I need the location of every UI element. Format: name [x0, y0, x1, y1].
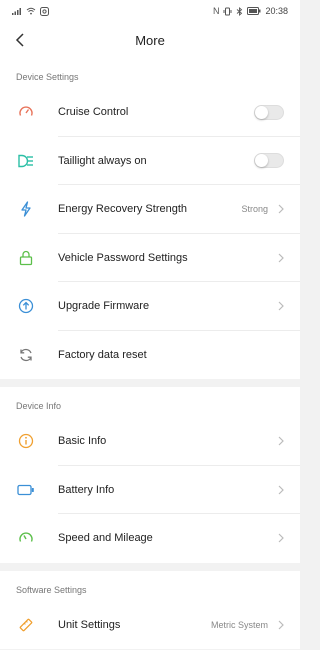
row-label: Taillight always on	[58, 154, 147, 167]
cruise-control-toggle[interactable]	[254, 104, 284, 120]
software-settings-list: Unit Settings Metric System	[0, 600, 300, 650]
row-unit-settings[interactable]: Unit Settings Metric System	[0, 600, 300, 650]
signal-icon	[12, 8, 21, 15]
page-title: More	[135, 32, 165, 48]
row-factory-reset[interactable]: Factory data reset	[0, 330, 300, 380]
row-label: Basic Info	[58, 435, 107, 448]
battery-outline-icon	[0, 466, 58, 515]
gauge-icon	[0, 514, 58, 563]
battery-icon	[247, 7, 261, 15]
chevron-right-icon	[272, 204, 290, 214]
chevron-right-icon	[272, 436, 290, 446]
status-bar: N 20:38	[0, 0, 300, 22]
row-label: Energy Recovery Strength	[58, 203, 188, 216]
back-button[interactable]	[8, 28, 32, 52]
refresh-icon	[0, 331, 58, 380]
chevron-right-icon	[272, 301, 290, 311]
chevron-left-icon	[15, 33, 24, 47]
toggle-knob	[255, 154, 268, 168]
nav-bar: More	[0, 22, 300, 58]
more-screen: N 20:38 More Device Settings Cruise Cont…	[0, 0, 300, 650]
bluetooth-icon	[237, 6, 243, 16]
row-label: Battery Info	[58, 483, 115, 496]
notification-icon	[40, 6, 49, 16]
row-speed-mileage[interactable]: Speed and Mileage	[0, 514, 300, 563]
speedometer-icon	[0, 88, 58, 137]
row-vehicle-password[interactable]: Vehicle Password Settings	[0, 233, 300, 283]
status-left	[12, 6, 49, 16]
row-label: Upgrade Firmware	[58, 300, 150, 313]
row-cruise-control[interactable]: Cruise Control	[0, 88, 300, 137]
row-taillight[interactable]: Taillight always on	[0, 136, 300, 186]
row-label: Factory data reset	[58, 348, 147, 361]
ruler-icon	[0, 601, 58, 650]
row-label: Vehicle Password Settings	[58, 251, 188, 264]
taillight-icon	[0, 137, 58, 186]
taillight-toggle[interactable]	[254, 153, 284, 169]
section-header-software-settings: Software Settings	[0, 570, 300, 601]
lock-icon	[0, 234, 58, 283]
chevron-right-icon	[272, 620, 290, 630]
row-upgrade-firmware[interactable]: Upgrade Firmware	[0, 282, 300, 331]
chevron-right-icon	[272, 485, 290, 495]
toggle-knob	[255, 105, 268, 119]
upload-circle-icon	[0, 282, 58, 331]
chevron-right-icon	[272, 253, 290, 263]
wifi-icon	[26, 7, 36, 15]
row-battery-info[interactable]: Battery Info	[0, 465, 300, 515]
status-right: N 20:38	[213, 6, 288, 16]
info-circle-icon	[0, 417, 58, 466]
section-gap	[0, 379, 300, 387]
device-info-list: Basic Info Battery Info Speed and Mileag…	[0, 417, 300, 563]
section-header-device-settings: Device Settings	[0, 58, 300, 88]
device-settings-list: Cruise Control Taillight always on Energ…	[0, 88, 300, 379]
status-time: 20:38	[265, 6, 288, 16]
lightning-icon	[0, 185, 58, 234]
vibrate-icon	[223, 7, 232, 15]
unit-settings-value: Metric System	[210, 619, 268, 630]
row-label: Speed and Mileage	[58, 532, 153, 545]
energy-recovery-value: Strong	[241, 204, 268, 215]
row-energy-recovery[interactable]: Energy Recovery Strength Strong	[0, 185, 300, 234]
row-label: Unit Settings	[58, 618, 121, 631]
row-label: Cruise Control	[58, 106, 129, 119]
chevron-right-icon	[272, 533, 290, 543]
nfc-icon: N	[212, 6, 220, 16]
section-header-device-info: Device Info	[0, 387, 300, 417]
section-gap	[0, 562, 300, 571]
row-basic-info[interactable]: Basic Info	[0, 417, 300, 466]
